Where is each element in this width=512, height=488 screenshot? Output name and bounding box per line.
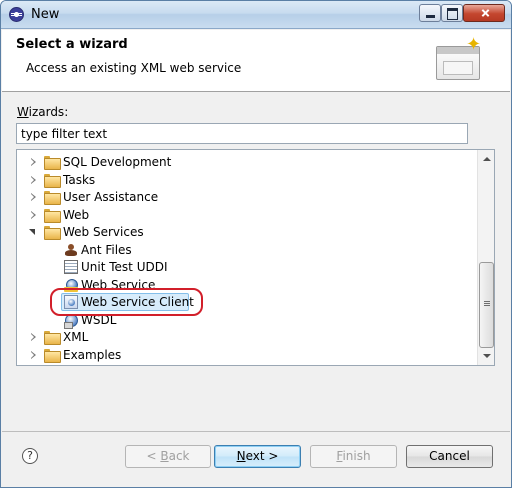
window-title: New bbox=[31, 7, 60, 22]
tree-item-web-services[interactable]: Web Services bbox=[17, 223, 476, 241]
expand-twisty-icon[interactable] bbox=[29, 350, 37, 359]
expand-twisty-icon[interactable] bbox=[29, 175, 37, 184]
footer-separator bbox=[2, 431, 510, 432]
close-button[interactable] bbox=[463, 4, 505, 22]
cancel-button[interactable]: Cancel bbox=[406, 445, 493, 468]
finish-button[interactable]: Finish bbox=[310, 445, 397, 468]
collapse-twisty-icon[interactable] bbox=[29, 228, 37, 236]
tree-item-tasks[interactable]: Tasks bbox=[17, 171, 476, 189]
maximize-button[interactable] bbox=[441, 4, 463, 22]
tree-item-label: Web Services bbox=[63, 225, 144, 239]
wizard-banner-icon: ✦ bbox=[434, 34, 486, 82]
page-description: Access an existing XML web service bbox=[26, 61, 242, 75]
minimize-button[interactable] bbox=[419, 4, 441, 22]
title-bar[interactable]: New bbox=[1, 1, 511, 29]
annotation-highlight-ring bbox=[50, 288, 203, 316]
expand-twisty-icon[interactable] bbox=[29, 193, 37, 201]
wizard-header: Select a wizard Access an existing XML w… bbox=[2, 30, 510, 92]
folder-icon bbox=[44, 208, 61, 223]
folder-icon bbox=[44, 331, 61, 345]
filter-input[interactable] bbox=[16, 123, 468, 144]
tree-item-label: XML bbox=[63, 330, 89, 344]
back-button[interactable]: < Back bbox=[125, 445, 211, 468]
tree-item-user-assistance[interactable]: User Assistance bbox=[17, 188, 476, 206]
tree-item-label: Unit Test UDDI bbox=[81, 260, 168, 274]
wizard-tree[interactable]: SQL Development Tasks User Assistance Web We… bbox=[16, 149, 495, 366]
folder-icon bbox=[44, 348, 61, 363]
tree-item-label: SQL Development bbox=[63, 155, 172, 169]
folder-icon bbox=[44, 191, 61, 205]
expand-twisty-icon[interactable] bbox=[29, 158, 37, 166]
folder-icon bbox=[44, 173, 61, 188]
uddi-icon bbox=[64, 260, 78, 274]
wizards-label: Wizards: bbox=[17, 105, 69, 119]
folder-icon bbox=[44, 226, 61, 240]
tree-item-label: User Assistance bbox=[63, 190, 159, 204]
folder-icon bbox=[44, 156, 61, 170]
scroll-thumb[interactable] bbox=[479, 262, 494, 348]
tree-item-label: Web bbox=[63, 207, 90, 222]
tree-item-ant-files[interactable]: Ant Files bbox=[17, 241, 476, 259]
vertical-scrollbar[interactable] bbox=[477, 150, 494, 365]
tree-item-label: Ant Files bbox=[81, 242, 132, 257]
help-icon[interactable]: ? bbox=[22, 448, 38, 464]
new-wizard-dialog: New Select a wizard Access an existing X… bbox=[0, 0, 512, 488]
tree-item-web[interactable]: Web bbox=[17, 206, 476, 224]
eclipse-app-icon bbox=[9, 7, 24, 22]
scroll-down-icon[interactable] bbox=[479, 348, 494, 364]
tree-item-label: Examples bbox=[63, 347, 122, 362]
tree-item-examples[interactable]: Examples bbox=[17, 346, 476, 364]
tree-item-sql-development[interactable]: SQL Development bbox=[17, 153, 476, 171]
expand-twisty-icon[interactable] bbox=[29, 210, 37, 219]
ant-icon bbox=[64, 242, 78, 257]
scroll-up-icon[interactable] bbox=[479, 151, 494, 167]
tree-item-label: Tasks bbox=[63, 172, 96, 187]
next-button[interactable]: Next > bbox=[214, 445, 301, 468]
expand-twisty-icon[interactable] bbox=[29, 333, 37, 341]
tree-item-xml[interactable]: XML bbox=[17, 328, 476, 346]
tree-item-unit-test-uddi[interactable]: Unit Test UDDI bbox=[17, 258, 476, 276]
page-title: Select a wizard bbox=[16, 37, 128, 52]
